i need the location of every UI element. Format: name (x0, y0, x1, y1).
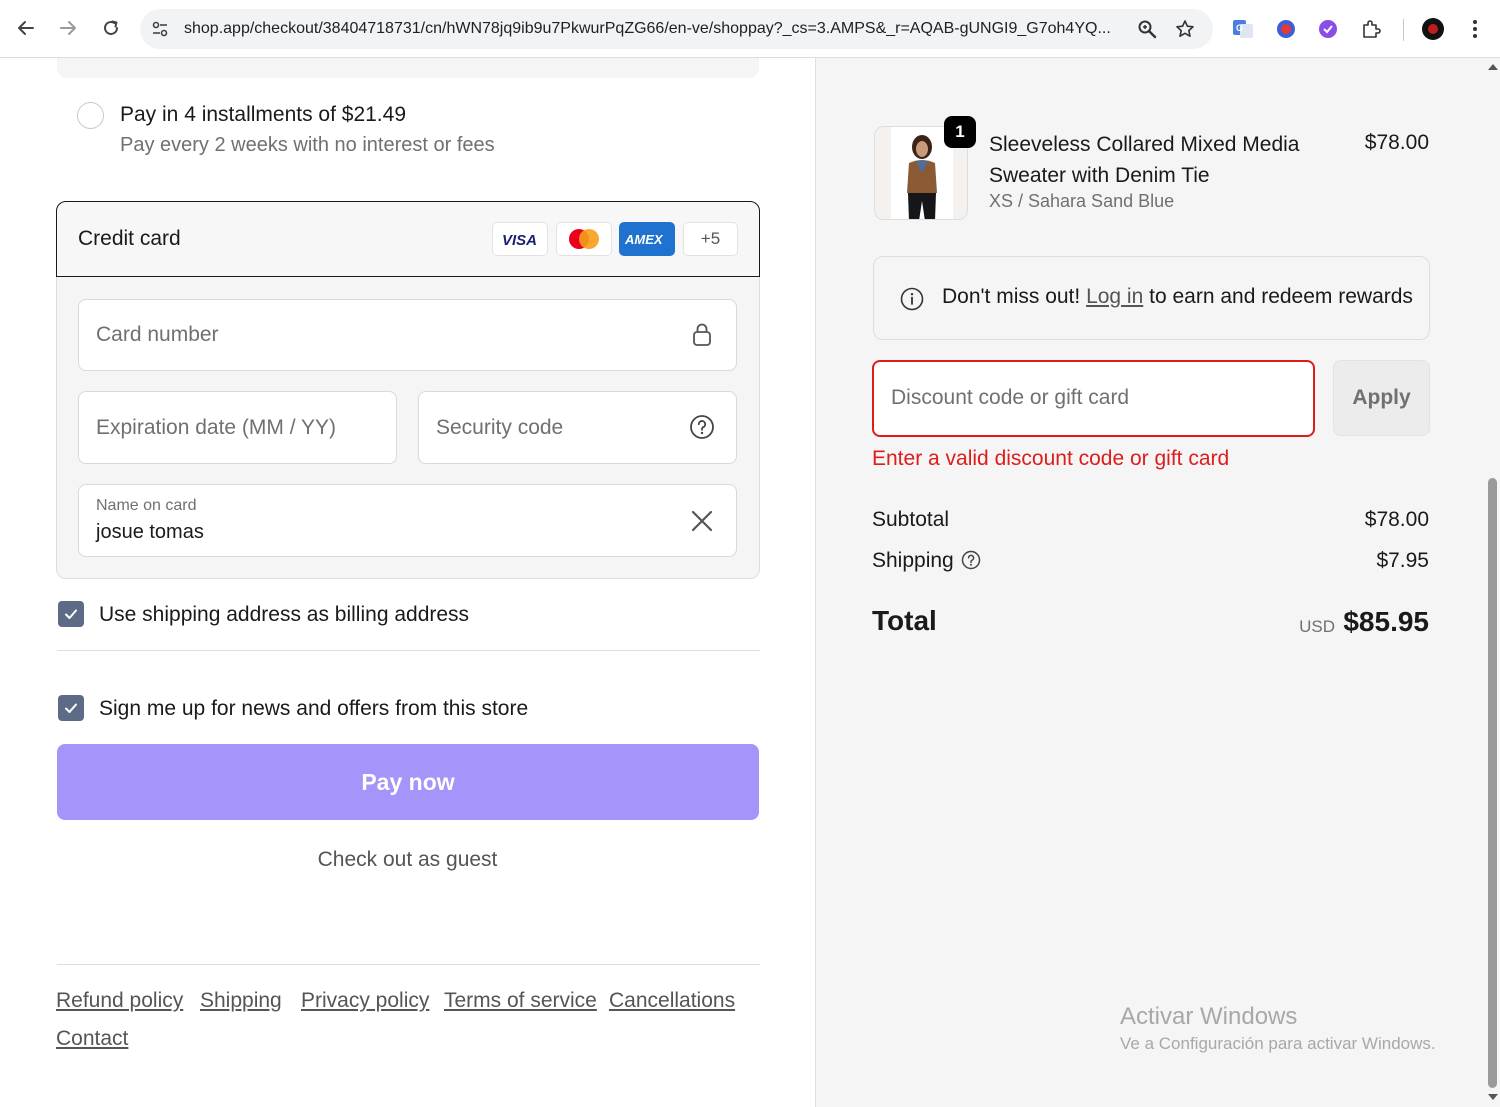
quantity-badge: 1 (944, 116, 976, 148)
toolbar-separator (1403, 19, 1404, 41)
forward-arrow-icon[interactable] (54, 14, 82, 42)
contact-link[interactable]: Contact (56, 1027, 128, 1051)
amex-icon: AMEX (619, 222, 675, 256)
newsletter-checkbox[interactable] (58, 695, 84, 721)
scrollbar-thumb[interactable] (1488, 478, 1497, 1088)
checkmark-icon (65, 703, 77, 713)
security-code-placeholder: Security code (436, 416, 564, 439)
installments-title[interactable]: Pay in 4 installments of $21.49 (120, 103, 406, 127)
name-on-card-value[interactable]: josue tomas (96, 521, 204, 544)
site-settings-icon[interactable] (150, 19, 170, 39)
clear-x-icon[interactable] (689, 508, 715, 534)
more-brands-badge: +5 (683, 222, 738, 256)
subtotal-value: $78.00 (1364, 508, 1429, 531)
billing-checkbox[interactable] (58, 601, 84, 627)
expiration-date-placeholder: Expiration date (MM / YY) (96, 416, 337, 439)
log-in-link[interactable]: Log in (1086, 285, 1143, 308)
address-bar[interactable]: shop.app/checkout/38404718731/cn/hWN78jq… (140, 9, 1213, 49)
extensions-puzzle-icon[interactable] (1359, 17, 1383, 41)
shipping-help-icon[interactable] (961, 550, 981, 570)
scroll-up-arrow-icon[interactable] (1488, 64, 1498, 70)
svg-text:G: G (1236, 23, 1243, 33)
card-number-field[interactable]: Card number (78, 299, 737, 371)
info-icon (900, 287, 924, 311)
svg-text:AMEX: AMEX (624, 232, 664, 247)
translate-extension-icon[interactable]: G (1231, 17, 1255, 41)
scroll-down-arrow-icon[interactable] (1488, 1094, 1498, 1100)
product-name: Sleeveless Collared Mixed Media Sweater … (989, 133, 1300, 187)
zoom-icon[interactable] (1137, 19, 1157, 39)
order-summary: 1 Sleeveless Collared Mixed Media Sweate… (815, 58, 1485, 1107)
discount-code-placeholder: Discount code or gift card (891, 386, 1130, 409)
installments-radio[interactable] (77, 102, 104, 129)
pay-now-button[interactable]: Pay now (57, 744, 759, 820)
cancellations-link[interactable]: Cancellations (609, 989, 735, 1013)
mastercard-icon (556, 222, 612, 256)
shipping-label: Shipping (872, 549, 954, 572)
checkmark-icon (65, 609, 77, 619)
profile-avatar-icon[interactable] (1421, 17, 1445, 41)
security-code-field[interactable]: Security code (418, 391, 737, 464)
svg-text:VISA: VISA (502, 232, 537, 247)
checkout-as-guest-link[interactable]: Check out as guest (0, 848, 815, 872)
total-currency: USD (1299, 617, 1335, 636)
shipping-policy-link[interactable]: Shipping (200, 989, 282, 1013)
page-scrollbar[interactable] (1485, 58, 1500, 1107)
windows-watermark-subtitle: Ve a Configuración para activar Windows. (1120, 1034, 1436, 1053)
url-text[interactable]: shop.app/checkout/38404718731/cn/hWN78jq… (184, 20, 1111, 38)
subtotal-label: Subtotal (872, 508, 950, 531)
section-divider (57, 650, 760, 651)
visa-icon: VISA (492, 222, 548, 256)
terms-of-service-link[interactable]: Terms of service (444, 989, 597, 1013)
rewards-text-after: to earn and redeem rewards (1143, 285, 1413, 308)
installments-subtitle: Pay every 2 weeks with no interest or fe… (120, 134, 495, 156)
credit-card-title: Credit card (78, 227, 181, 250)
rewards-message: Don't miss out! Log in to earn and redee… (942, 285, 1413, 309)
discount-error-message: Enter a valid discount code or gift card (872, 447, 1230, 470)
rewards-text-before: Don't miss out! (942, 285, 1087, 308)
checkout-form: Pay in 4 installments of $21.49 Pay ever… (0, 58, 815, 1107)
help-circle-icon[interactable] (689, 414, 715, 440)
purple-extension-icon[interactable] (1316, 17, 1340, 41)
windows-watermark-title: Activar Windows (1120, 1003, 1298, 1030)
total-value: $85.95 (1343, 606, 1429, 637)
privacy-policy-link[interactable]: Privacy policy (301, 989, 429, 1013)
name-on-card-label: Name on card (96, 497, 197, 514)
credit-card-panel: Credit card VISA AMEX +5 Card number Exp… (56, 201, 760, 579)
footer-divider (57, 964, 760, 965)
product-variant: XS / Sahara Sand Blue (989, 191, 1175, 211)
refund-policy-link[interactable]: Refund policy (56, 989, 183, 1013)
billing-checkbox-label[interactable]: Use shipping address as billing address (99, 603, 469, 627)
more-brands-count: +5 (700, 229, 721, 248)
discount-code-input[interactable]: Discount code or gift card (872, 360, 1315, 437)
back-arrow-icon[interactable] (12, 14, 40, 42)
browser-menu-icon[interactable] (1463, 17, 1487, 41)
reload-icon[interactable] (97, 14, 125, 42)
total-label: Total (872, 605, 937, 636)
card-number-placeholder: Card number (96, 323, 219, 346)
bug-extension-icon[interactable] (1274, 17, 1298, 41)
name-on-card-field[interactable]: Name on card josue tomas (78, 484, 737, 557)
previous-option-edge (57, 58, 759, 78)
expiration-date-field[interactable]: Expiration date (MM / YY) (78, 391, 397, 464)
credit-card-option[interactable]: Credit card VISA AMEX +5 (56, 201, 760, 277)
product-price: $78.00 (1364, 131, 1429, 154)
shipping-value: $7.95 (1376, 549, 1429, 572)
bookmark-star-icon[interactable] (1175, 19, 1195, 39)
apply-button[interactable]: Apply (1333, 360, 1430, 436)
lock-icon (689, 321, 715, 347)
browser-toolbar: shop.app/checkout/38404718731/cn/hWN78jq… (0, 0, 1500, 58)
rewards-banner: Don't miss out! Log in to earn and redee… (873, 256, 1430, 340)
newsletter-checkbox-label[interactable]: Sign me up for news and offers from this… (99, 697, 528, 721)
